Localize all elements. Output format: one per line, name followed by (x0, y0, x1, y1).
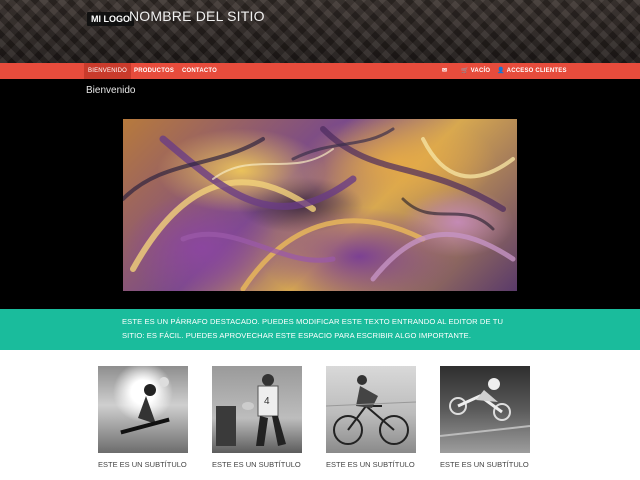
nav-item-bienvenido[interactable]: BIENVENIDO (84, 63, 132, 79)
cyclist-figure (326, 375, 416, 445)
rugby-player-photo[interactable]: 4 (212, 366, 302, 453)
rugby-figure: 4 (216, 374, 286, 446)
cyclist-photo[interactable] (326, 366, 416, 453)
feature-card: ESTE ES UN SUBTÍTULO (98, 366, 188, 469)
highlight-band: ESTE ES UN PÁRRAFO DESTACADO. PUEDES MOD… (0, 309, 640, 350)
hero-section: Bienvenido (0, 79, 640, 309)
nav-item-contacto[interactable]: CONTACTO (182, 63, 217, 79)
svg-text:4: 4 (264, 396, 270, 407)
snowboarder-figure (120, 377, 170, 435)
site-header: MI LOGO NOMBRE DEL SITIO (0, 0, 640, 63)
site-name[interactable]: NOMBRE DEL SITIO (129, 8, 265, 24)
cart-status: VACÍO (470, 68, 491, 74)
motocross-figure (440, 378, 530, 437)
snowboarder-photo[interactable] (98, 366, 188, 453)
site-logo[interactable]: MI LOGO (87, 12, 134, 26)
page-title: Bienvenido (86, 85, 136, 96)
artwork-strokes (123, 126, 516, 291)
nav-item-productos[interactable]: PRODUCTOS (134, 63, 174, 79)
client-access-label: ACCESO CLIENTES (506, 68, 567, 74)
feature-card: ESTE ES UN SUBTÍTULO (440, 366, 530, 469)
feature-card: 4 ESTE ES UN SUBTÍTULO (212, 366, 302, 469)
feature-card: ESTE ES UN SUBTÍTULO (326, 366, 416, 469)
cart-icon: 🛒 (461, 68, 469, 74)
card-subtitle: ESTE ES UN SUBTÍTULO (440, 460, 529, 469)
nav-contact-link[interactable]: ✉ (442, 63, 449, 79)
user-icon: 👤 (497, 68, 505, 74)
envelope-icon: ✉ (442, 68, 448, 74)
motocross-photo[interactable] (440, 366, 530, 453)
hero-artwork-image (123, 119, 517, 291)
main-nav: BIENVENIDO PRODUCTOS CONTACTO ✉ 🛒 VACÍO 👤… (0, 63, 640, 79)
nav-cart-link[interactable]: 🛒 VACÍO (461, 63, 490, 79)
highlight-paragraph: ESTE ES UN PÁRRAFO DESTACADO. PUEDES MOD… (122, 317, 504, 340)
nav-client-access-link[interactable]: 👤 ACCESO CLIENTES (497, 63, 567, 79)
